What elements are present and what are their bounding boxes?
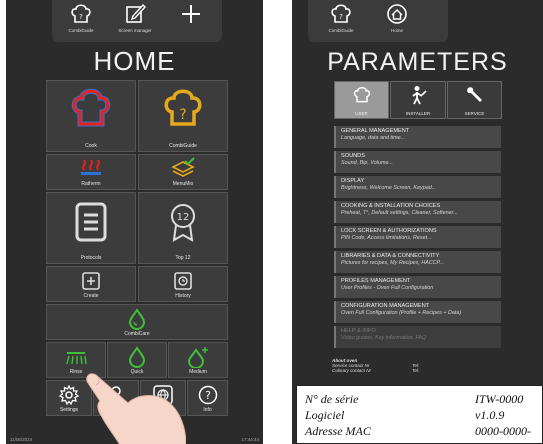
- award-ribbon-icon: 12: [171, 204, 195, 242]
- menu-item-configuration[interactable]: CONFIGURATION MANAGEMENT Oven Full Confi…: [334, 301, 501, 323]
- water-drop-icon: [128, 308, 146, 330]
- menu-item-general-management[interactable]: GENERAL MANAGEMENT Language, data and ti…: [334, 126, 501, 148]
- shower-icon: [66, 352, 87, 365]
- svg-text:?: ?: [79, 13, 83, 21]
- add-document-icon: [82, 272, 100, 290]
- page-title: HOME: [93, 46, 176, 76]
- add-button[interactable]: [166, 2, 216, 40]
- combicare-tile[interactable]: CombiCare: [46, 304, 228, 340]
- page-title: PARAMETERS: [327, 48, 508, 76]
- heat-waves-icon: [81, 159, 101, 175]
- software-row: Logiciel v1.0.9: [305, 408, 505, 422]
- serial-row: N° de série ITW-0000: [305, 392, 524, 406]
- svg-text:?: ?: [179, 107, 186, 123]
- svg-text:12: 12: [177, 212, 190, 223]
- plus-icon: [182, 5, 200, 23]
- chef-hat-icon: ?: [71, 4, 91, 23]
- info-tile[interactable]: ? Info: [187, 380, 228, 416]
- menumio-tile[interactable]: MenuMio: [138, 154, 228, 190]
- date-label: 11/06/2024: [10, 437, 33, 442]
- tab-installer[interactable]: INSTALLER: [390, 81, 446, 119]
- home-button[interactable]: Home: [372, 2, 422, 40]
- document-icon: [75, 202, 107, 242]
- combiguide-button[interactable]: ? CombiGuide: [56, 2, 106, 40]
- svg-text:?: ?: [205, 389, 211, 402]
- menu-item-help-info[interactable]: HELP & INFO Video guides, Key informatio…: [334, 326, 501, 348]
- about-oven: About oven Service contact Nr Tel: Culina…: [332, 358, 420, 373]
- device-info-panel: N° de série ITW-0000 Logiciel v1.0.9 Adr…: [296, 385, 543, 444]
- pointing-hand-illustration: [86, 373, 186, 444]
- parameters-toolbar: ? CombiGuide Home: [308, 0, 448, 42]
- tab-user[interactable]: USER: [334, 81, 389, 119]
- menu-item-profiles[interactable]: PROFILES MANAGEMENT User Profiles - Oven…: [334, 276, 501, 298]
- chef-hat-icon: ?: [331, 4, 351, 23]
- combiguide-button[interactable]: ? CombiGuide: [316, 2, 366, 40]
- layers-icon: [171, 157, 195, 177]
- home-icon: [387, 4, 407, 24]
- menu-item-lock-screen[interactable]: LOCK SCREEN & AUTHORIZATIONS PIN Code, A…: [334, 226, 501, 248]
- menu-item-libraries[interactable]: LIBRARIES & DATA & CONNECTIVITY Pictures…: [334, 251, 501, 273]
- menu-item-sounds[interactable]: SOUNDS Sound, Bip, Volume...: [334, 151, 501, 173]
- menu-item-display[interactable]: DISPLAY Brightness, Welcome Screen, Keyp…: [334, 176, 501, 198]
- tab-service[interactable]: SERVICE: [447, 81, 502, 119]
- menu-item-cooking-installation[interactable]: COOKING & INSTALLATION CHOICES Preheat, …: [334, 201, 501, 223]
- history-icon: [174, 272, 192, 290]
- installer-icon: [412, 86, 427, 105]
- chef-hat-question-icon: ?: [164, 89, 202, 126]
- chef-hat-icon: [353, 86, 370, 103]
- chef-hat-icon: [71, 88, 111, 127]
- top12-tile[interactable]: 12 Top 12: [138, 192, 228, 264]
- svg-text:?: ?: [339, 13, 343, 21]
- wrench-icon: [466, 87, 482, 102]
- combiguide-tile[interactable]: ? CombiGuide: [138, 80, 228, 152]
- help-icon: ?: [198, 385, 217, 405]
- create-tile[interactable]: Create: [46, 266, 136, 302]
- mac-row: Adresse MAC 0000-0000-: [305, 424, 531, 438]
- protocols-tile[interactable]: Protocols: [46, 192, 136, 264]
- edit-icon: [126, 3, 146, 23]
- time-label: 17:44:44: [241, 437, 259, 442]
- history-tile[interactable]: History: [138, 266, 228, 302]
- ratherm-tile[interactable]: Ratherm: [46, 154, 136, 190]
- home-screen: ? CombiGuide Screen manager HOME Cook ? …: [6, 0, 263, 444]
- water-drop-plus-icon: [187, 347, 208, 368]
- cook-tile[interactable]: Cook: [46, 80, 136, 152]
- home-toolbar: ? CombiGuide Screen manager: [52, 0, 222, 42]
- screen-manager-button[interactable]: Screen manager: [110, 2, 160, 40]
- parameters-screen: ? CombiGuide Home PARAMETERS USER INSTAL…: [292, 0, 543, 444]
